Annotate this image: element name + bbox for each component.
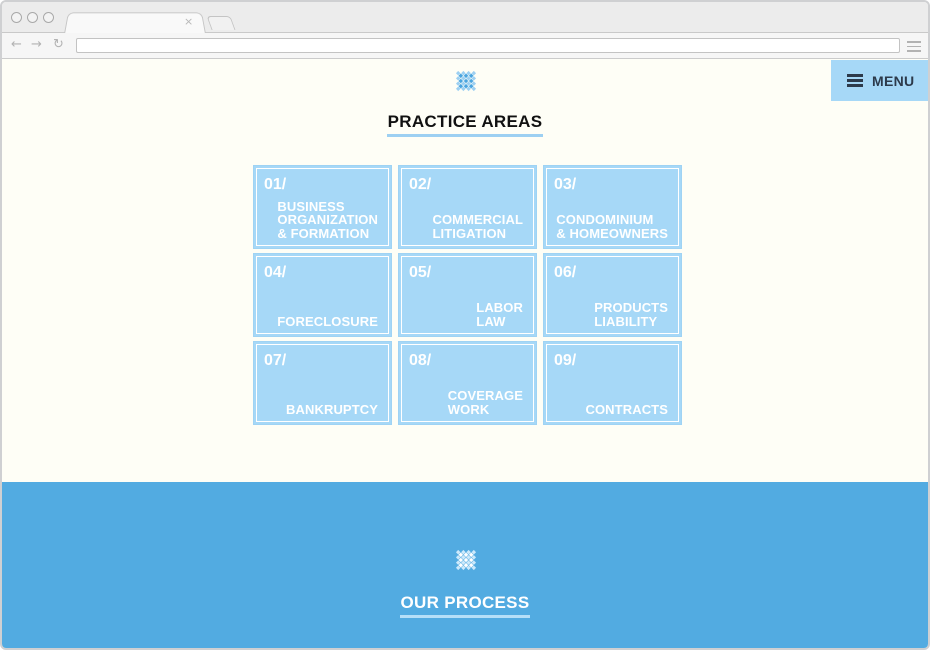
card-number: 08/	[409, 352, 432, 369]
browser-tab-bar: ×	[2, 2, 928, 34]
hamburger-icon	[847, 72, 863, 89]
card-label: COVERAGE WORK	[447, 388, 523, 417]
practice-areas-grid: 01/BUSINESS ORGANIZATION & FORMATION 02/C…	[252, 164, 682, 424]
tab-close-icon[interactable]: ×	[184, 15, 193, 28]
practice-area-card[interactable]: 02/COMMERCIAL LITIGATION	[399, 166, 536, 248]
page-content: MENU PRACTICE AREAS 01/BUSINESS ORGANIZA…	[2, 60, 928, 648]
diamond-logo-icon[interactable]	[449, 64, 483, 98]
browser-window: × ← → ↻ MENU PRACTICE AREAS 01/BUSINESS …	[0, 0, 930, 650]
menu-label: MENU	[872, 72, 915, 89]
practice-areas-heading: PRACTICE AREAS	[2, 112, 928, 137]
card-label: COMMERCIAL LITIGATION	[432, 212, 523, 241]
card-label: BUSINESS ORGANIZATION & FORMATION	[277, 198, 378, 241]
window-maximize-icon[interactable]	[43, 12, 54, 23]
practice-area-card[interactable]: 07/BANKRUPTCY	[254, 342, 391, 424]
back-icon[interactable]: ←	[11, 37, 22, 52]
window-close-icon[interactable]	[11, 12, 22, 23]
practice-area-card[interactable]: 04/FORECLOSURE	[254, 254, 391, 336]
practice-area-card[interactable]: 05/LABOR LAW	[399, 254, 536, 336]
card-number: 04/	[264, 264, 287, 281]
card-label: LABOR LAW	[476, 300, 523, 329]
forward-icon[interactable]: →	[31, 37, 42, 52]
new-tab-button[interactable]	[206, 16, 236, 30]
menu-button[interactable]: MENU	[831, 60, 928, 101]
window-minimize-icon[interactable]	[27, 12, 38, 23]
card-number: 03/	[554, 176, 577, 193]
card-number: 05/	[409, 264, 432, 281]
our-process-section: OUR PROCESS	[2, 482, 928, 648]
card-number: 01/	[264, 176, 287, 193]
reload-icon[interactable]: ↻	[53, 37, 64, 52]
card-label: BANKRUPTCY	[286, 401, 378, 417]
card-label: PRODUCTS LIABILITY	[594, 300, 668, 329]
practice-area-card[interactable]: 08/COVERAGE WORK	[399, 342, 536, 424]
card-number: 06/	[554, 264, 577, 281]
card-label: CONDOMINIUM & HOMEOWNERS	[556, 212, 668, 241]
practice-area-card[interactable]: 01/BUSINESS ORGANIZATION & FORMATION	[254, 166, 391, 248]
browser-menu-icon[interactable]	[907, 41, 921, 55]
our-process-heading: OUR PROCESS	[2, 593, 928, 618]
card-number: 09/	[554, 352, 577, 369]
our-process-title: OUR PROCESS	[399, 593, 531, 618]
practice-areas-title: PRACTICE AREAS	[386, 112, 544, 137]
card-number: 02/	[409, 176, 432, 193]
card-label: CONTRACTS	[585, 401, 668, 417]
diamond-logo-icon	[455, 549, 477, 571]
card-label: FORECLOSURE	[277, 313, 378, 329]
practice-area-card[interactable]: 09/CONTRACTS	[544, 342, 681, 424]
practice-area-card[interactable]: 06/PRODUCTS LIABILITY	[544, 254, 681, 336]
practice-area-card[interactable]: 03/CONDOMINIUM & HOMEOWNERS	[544, 166, 681, 248]
browser-toolbar: ← → ↻	[2, 33, 928, 59]
address-bar[interactable]	[76, 38, 900, 53]
card-number: 07/	[264, 352, 287, 369]
